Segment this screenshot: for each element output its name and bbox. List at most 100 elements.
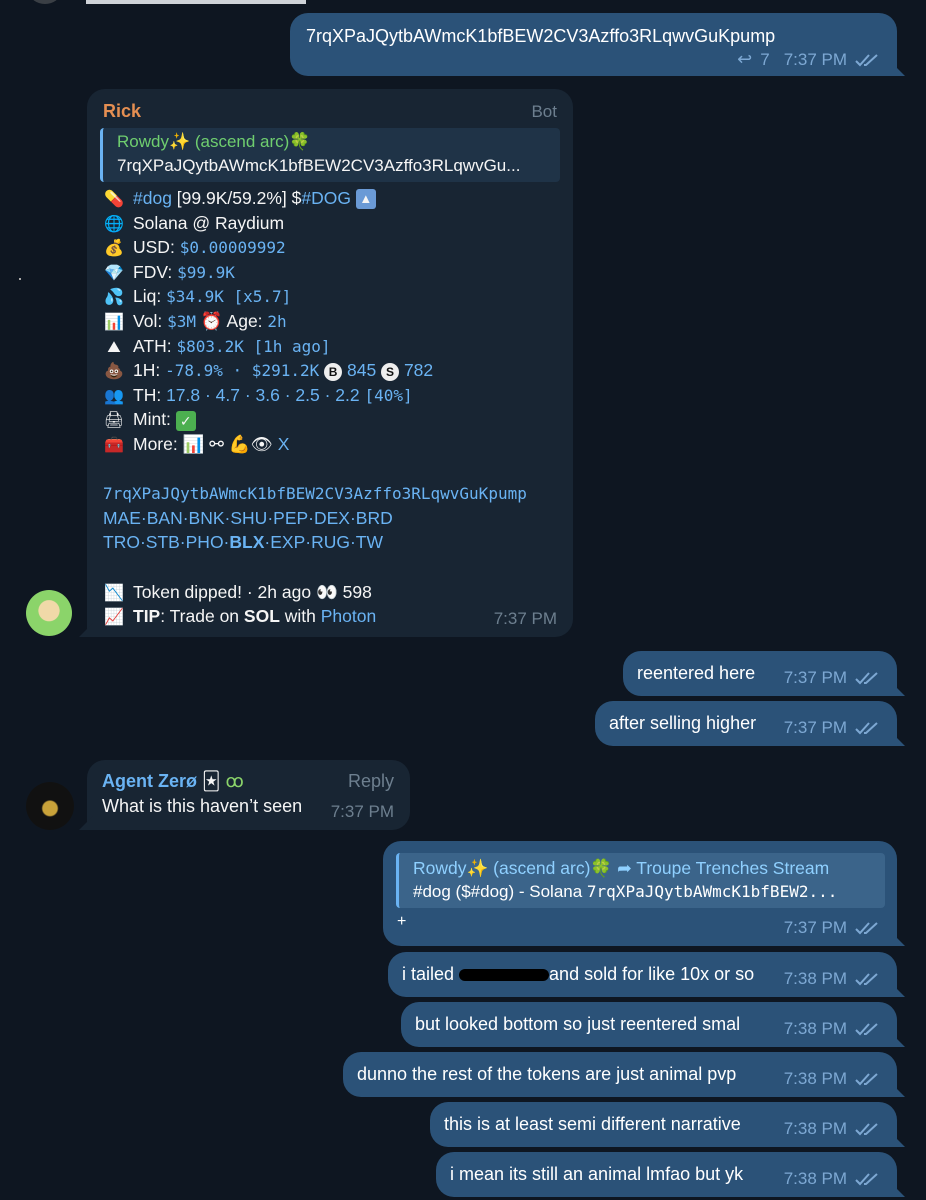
outgoing-message[interactable]: i mean its still an animal lmfao but yk … bbox=[436, 1152, 897, 1197]
age-value[interactable]: 2h bbox=[267, 312, 286, 331]
token-address[interactable]: 7rqXPaJQytbAWmcK1bfBEW2CV3Azffo3RLqwvGuK… bbox=[103, 484, 527, 503]
message-text: after selling higher bbox=[609, 713, 757, 733]
message-time: 7:38 PM bbox=[783, 1019, 847, 1038]
message-meta: ↩ 7 7:37 PM bbox=[737, 49, 881, 70]
spacer-row-2 bbox=[103, 555, 563, 580]
address-row: 7rqXPaJQytbAWmcK1bfBEW2CV3Azffo3RLqwvGuK… bbox=[103, 481, 563, 506]
th-value[interactable]: 17.8 · 4.7 · 3.6 · 2.5 · 2.2 bbox=[166, 385, 360, 405]
outgoing-message[interactable]: this is at least semi different narrativ… bbox=[430, 1102, 897, 1147]
chart-link-icon[interactable]: 📊 bbox=[183, 434, 205, 454]
message-meta: 7:37 PM bbox=[494, 609, 557, 629]
message-meta: 7:38 PM bbox=[784, 969, 881, 989]
bot-avatar[interactable] bbox=[26, 590, 72, 636]
bot-message[interactable]: Rick Bot Rowdy✨ (ascend arc)🍀 7rqXPaJQyt… bbox=[87, 89, 573, 637]
fdv-label: FDV: bbox=[133, 261, 178, 282]
forward-source[interactable]: Troupe Trenches Stream bbox=[636, 858, 829, 878]
droplets-icon: 💦 bbox=[104, 289, 124, 307]
reply-count[interactable]: 7 bbox=[760, 50, 769, 70]
eye-link-icon[interactable]: 👁 bbox=[251, 434, 273, 454]
token-hashtag[interactable]: #dog bbox=[133, 188, 172, 208]
forward-arrow-icon: ➦ bbox=[617, 858, 632, 878]
blx-link[interactable]: BLX bbox=[229, 532, 264, 552]
quote-text-a: #dog ($#dog) - Solana bbox=[413, 882, 587, 901]
vol-label: Vol: bbox=[133, 310, 168, 331]
message-meta: 7:37 PM bbox=[331, 802, 394, 822]
x-link[interactable]: X bbox=[278, 434, 290, 454]
links-2c[interactable]: ·EXP·RUG·TW bbox=[264, 532, 383, 552]
dipped-row: 📉 Token dipped! · 2h ago 👀 598 bbox=[103, 580, 563, 605]
vol-value[interactable]: $3M bbox=[167, 312, 196, 331]
message-time: 7:38 PM bbox=[783, 969, 847, 988]
outgoing-message[interactable]: dunno the rest of the tokens are just an… bbox=[343, 1052, 897, 1097]
th-percent: [40%] bbox=[364, 385, 413, 405]
read-checkmarks-icon bbox=[855, 1173, 878, 1186]
outgoing-message[interactable]: but looked bottom so just reentered smal… bbox=[401, 1002, 897, 1047]
links-row-1[interactable]: MAE·BAN·BNK·SHU·PEP·DEX·BRD bbox=[103, 506, 563, 531]
check-mark-icon: ✓ bbox=[175, 410, 196, 431]
message-text: + bbox=[397, 913, 407, 930]
ticker-hashtag[interactable]: #DOG bbox=[301, 188, 351, 208]
message-text: but looked bottom so just reentered smal bbox=[415, 1014, 741, 1034]
outgoing-message[interactable]: after selling higher 7:37 PM bbox=[595, 701, 897, 746]
message-meta: 7:37 PM bbox=[784, 918, 881, 938]
token-stats: [99.9K/59.2%] $ bbox=[171, 188, 302, 208]
read-checkmarks-icon bbox=[855, 722, 878, 735]
muscle-link-icon[interactable]: 💪 bbox=[229, 434, 251, 454]
liq-label: Liq: bbox=[133, 286, 167, 307]
outgoing-message[interactable]: reentered here 7:37 PM bbox=[623, 651, 897, 696]
more-row: 🧰 More: 📊 ⚯ 💪👁 X bbox=[103, 432, 563, 457]
s-circle-icon: S bbox=[381, 362, 400, 381]
usd-value[interactable]: $0.00009992 bbox=[180, 238, 286, 257]
message-text: What is this haven’t seen bbox=[102, 796, 303, 816]
quote-title: Rowdy✨ (ascend arc)🍀 bbox=[117, 132, 311, 151]
sender-name[interactable]: Agent Zerø bbox=[102, 771, 197, 791]
liq-value[interactable]: $34.9K [x5.7] bbox=[166, 287, 291, 306]
up-arrow-icon: ▲ bbox=[355, 189, 376, 210]
read-checkmarks-icon bbox=[855, 1123, 878, 1136]
links-2a[interactable]: TRO·STB·PHO· bbox=[103, 532, 229, 552]
poop-icon: 💩 bbox=[104, 363, 124, 381]
reply-button[interactable]: Reply bbox=[348, 771, 394, 792]
bar-chart-icon: 📊 bbox=[104, 313, 124, 331]
ath-value[interactable]: $803.2K [1h ago] bbox=[176, 337, 330, 356]
b-circle-icon: B bbox=[324, 362, 343, 381]
quote-text-b: 7rqXPaJQytbAWmcK1bfBEW2... bbox=[586, 882, 838, 901]
token-title-row: 💊 #dog [99.9K/59.2%] $#DOG ▲ bbox=[103, 186, 563, 211]
sender-name[interactable]: Rick bbox=[103, 101, 141, 122]
tip-sol: SOL bbox=[243, 606, 280, 627]
message-meta: 7:38 PM bbox=[784, 1169, 881, 1189]
pill-icon: 💊 bbox=[104, 191, 124, 208]
th-label: TH: bbox=[133, 384, 167, 405]
read-checkmarks-icon bbox=[855, 53, 878, 66]
outgoing-message-quote[interactable]: Rowdy✨ (ascend arc)🍀 ➦ Troupe Trenches S… bbox=[383, 841, 897, 946]
top-avatar-fragment bbox=[30, 0, 60, 4]
mascot-icon: ꝏ bbox=[225, 771, 244, 791]
chain-row: 🌐 Solana @ Raydium bbox=[103, 211, 563, 236]
money-bag-icon: 💰 bbox=[104, 240, 124, 258]
ath-row: ⛰ ATH: $803.2K [1h ago] bbox=[103, 334, 563, 359]
agent-avatar[interactable] bbox=[26, 782, 74, 830]
read-checkmarks-icon bbox=[855, 1023, 878, 1036]
eyes-icon: 👀 bbox=[315, 581, 338, 602]
message-meta: 7:37 PM bbox=[784, 668, 881, 688]
photon-link[interactable]: Photon bbox=[321, 606, 376, 626]
sender-row: Agent Zerø 🃏 ꝏ bbox=[102, 771, 244, 792]
outgoing-message-address[interactable]: 7rqXPaJQytbAWmcK1bfBEW2CV3Azffo3RLqwvGuK… bbox=[290, 13, 897, 76]
mint-row: 🖨 Mint: ✓ bbox=[103, 407, 563, 432]
globe-icon: 🌐 bbox=[104, 215, 124, 233]
printer-icon: 🖨 bbox=[103, 412, 125, 430]
h1-value[interactable]: -78.9% · $291.2K bbox=[165, 361, 319, 380]
message-meta: 7:38 PM bbox=[784, 1019, 881, 1039]
toolbox-icon: 🧰 bbox=[104, 436, 124, 454]
reply-quote[interactable]: Rowdy✨ (ascend arc)🍀 ➦ Troupe Trenches S… bbox=[396, 853, 885, 908]
message-time: 7:37 PM bbox=[783, 918, 847, 937]
message-time: 7:38 PM bbox=[783, 1119, 847, 1138]
quote-title: Rowdy✨ (ascend arc)🍀 bbox=[413, 858, 613, 878]
reply-arrow-icon[interactable]: ↩ bbox=[737, 49, 752, 70]
bot-badge: Bot bbox=[531, 102, 557, 121]
incoming-message-agent[interactable]: Agent Zerø 🃏 ꝏ Reply What is this haven’… bbox=[87, 760, 410, 830]
reply-quote[interactable]: Rowdy✨ (ascend arc)🍀 7rqXPaJQytbAWmcK1bf… bbox=[100, 128, 560, 182]
fdv-value[interactable]: $99.9K bbox=[177, 263, 235, 282]
binoculars-link-icon[interactable]: ⚯ bbox=[209, 434, 224, 454]
outgoing-message[interactable]: i tailed and sold for like 10x or so 7:3… bbox=[388, 952, 897, 997]
